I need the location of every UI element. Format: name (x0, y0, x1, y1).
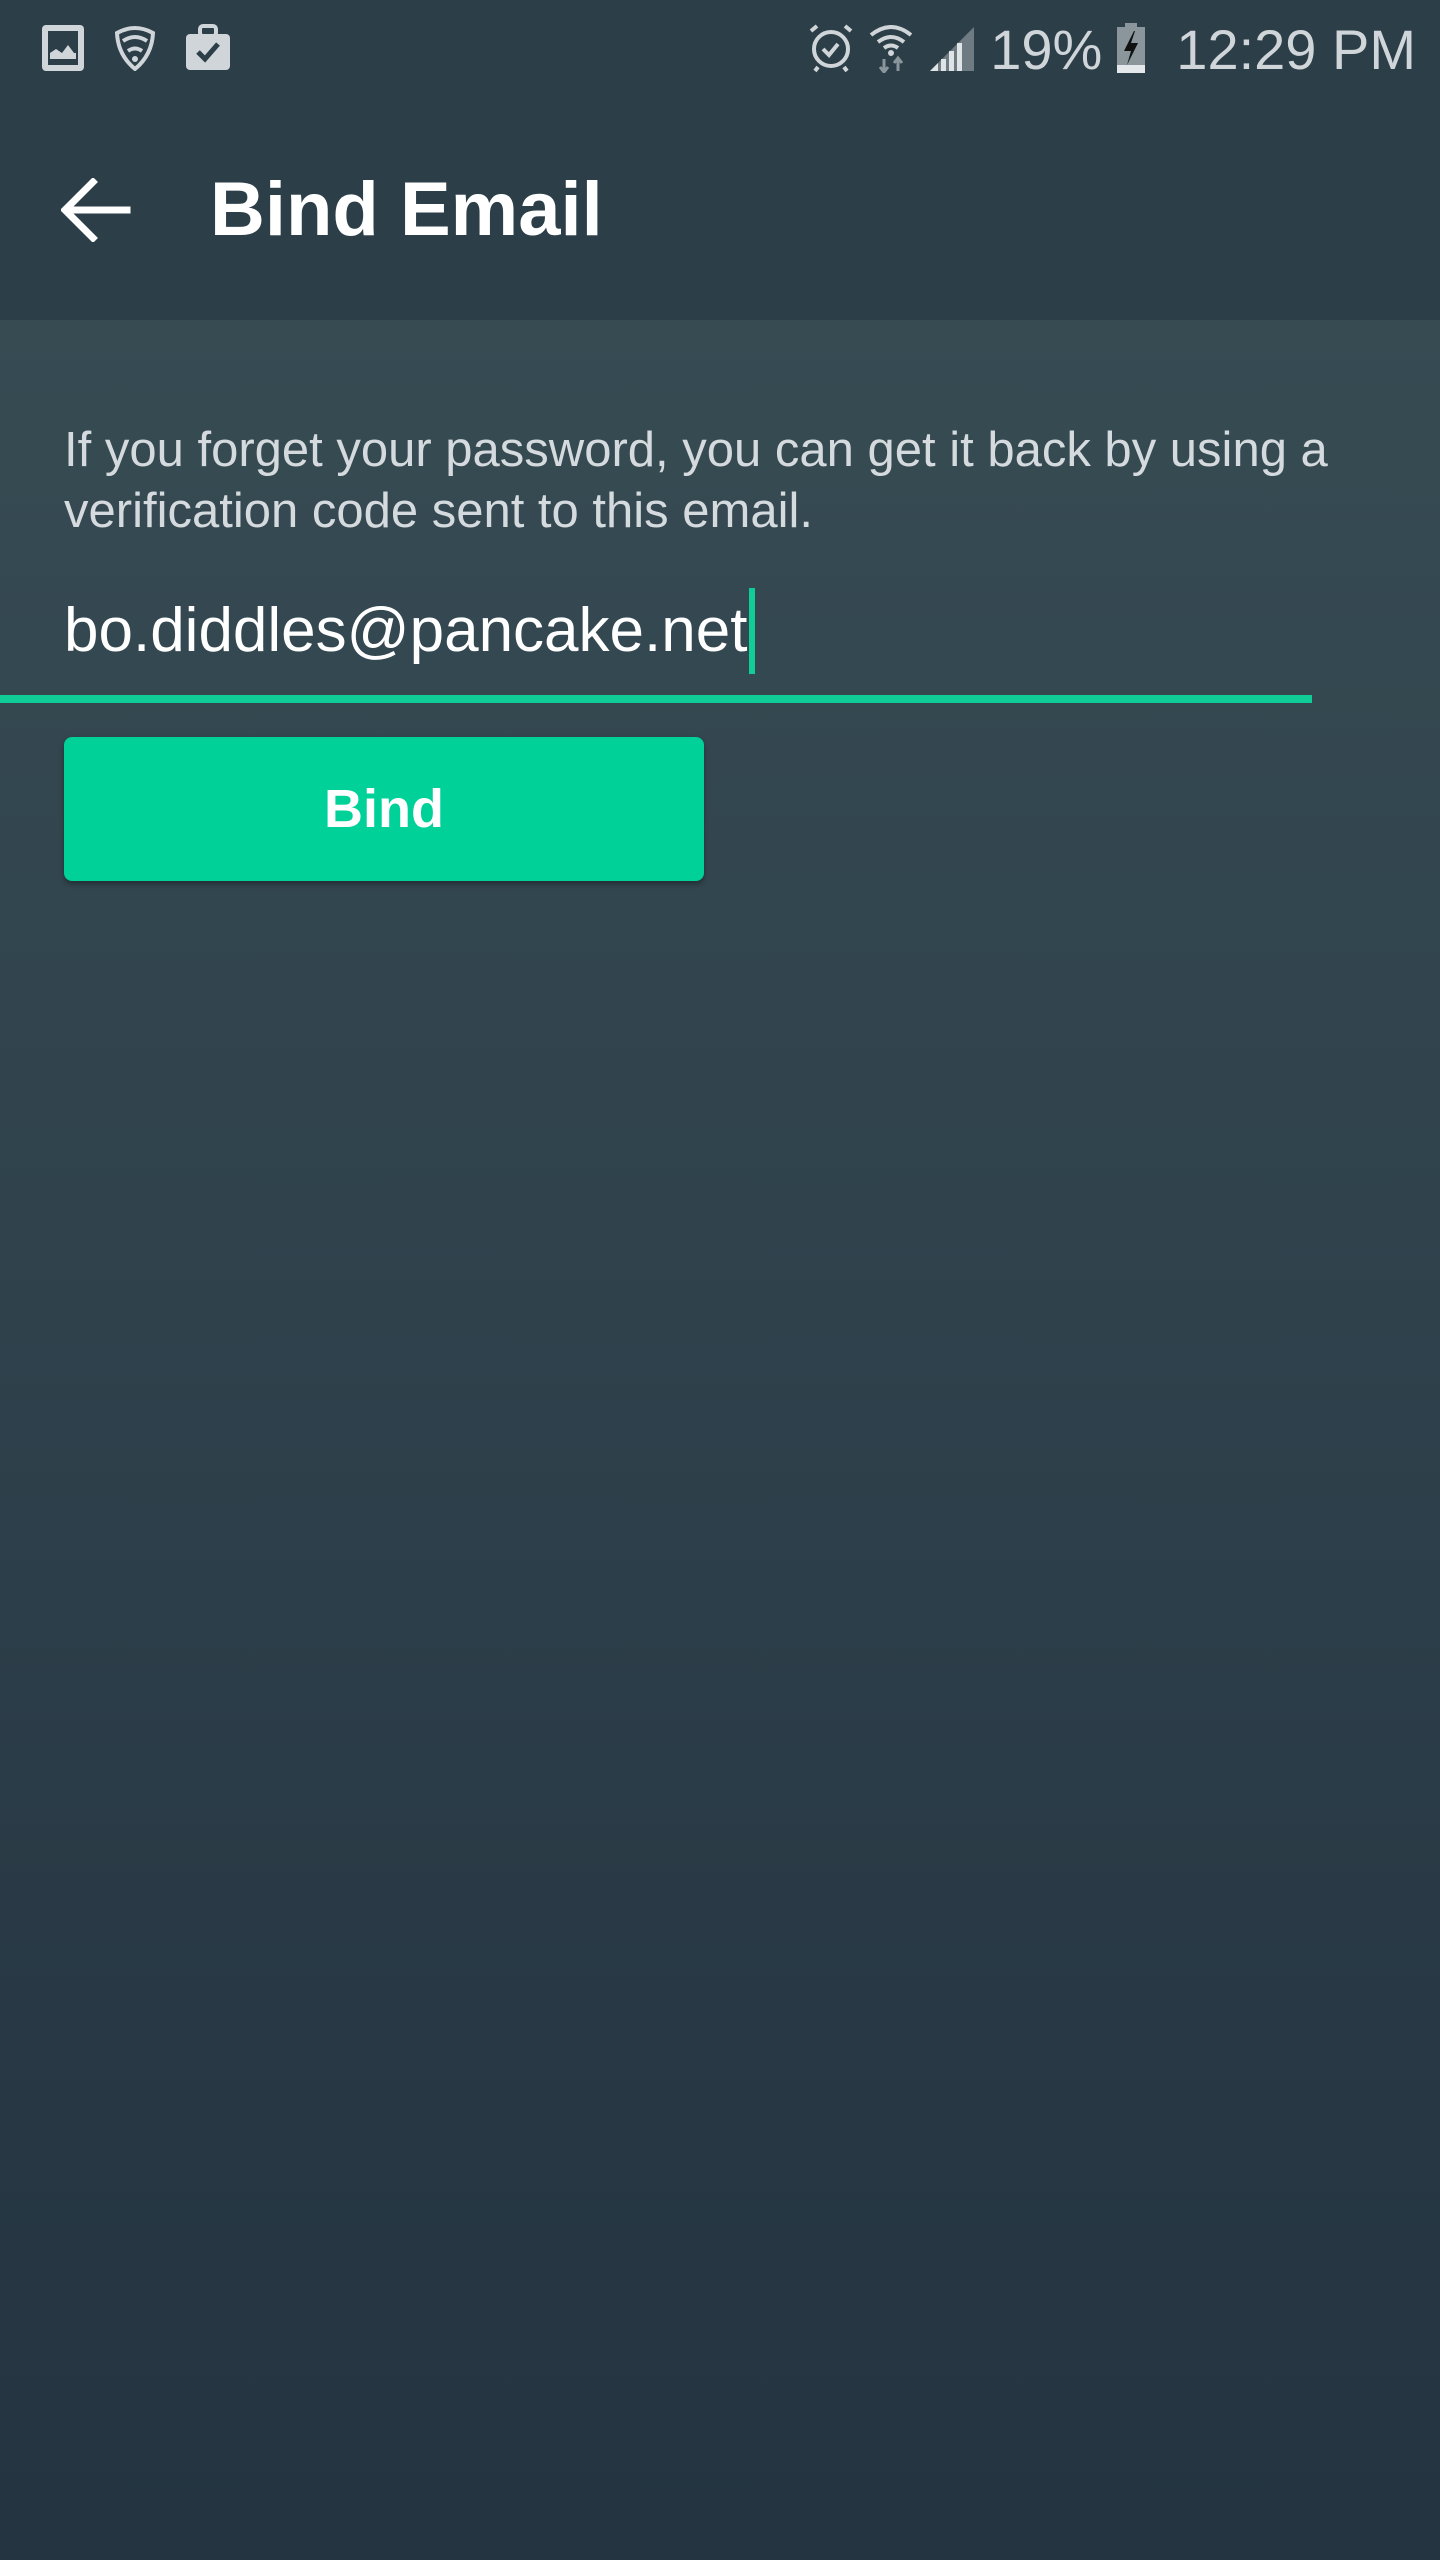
clock: 12:29 PM (1176, 18, 1416, 81)
back-button[interactable] (56, 172, 136, 252)
email-underline (0, 695, 1312, 703)
app-bar: Bind Email (0, 100, 1440, 320)
status-left (40, 0, 260, 100)
email-field[interactable]: bo.diddles@pancake.net (64, 570, 1376, 706)
alarm-icon (808, 23, 854, 78)
work-briefcase-icon (184, 23, 232, 77)
status-right: 19% 12:29 PM (808, 0, 1416, 100)
email-input[interactable]: bo.diddles@pancake.net (64, 588, 756, 674)
wifi-data-icon (868, 23, 914, 78)
bind-button[interactable]: Bind (64, 737, 704, 881)
status-bar: 19% 12:29 PM (0, 0, 1440, 100)
battery-charging-icon (1116, 22, 1146, 78)
arrow-left-icon (60, 176, 131, 247)
secure-wifi-icon (114, 25, 156, 76)
email-value-text: bo.diddles@pancake.net (64, 596, 748, 665)
gallery-icon (40, 23, 86, 78)
signal-icon (928, 23, 976, 78)
battery-percent: 19% (990, 18, 1103, 81)
bind-email-form: If you forget your password, you can get… (0, 320, 1440, 2560)
page-title: Bind Email (210, 167, 603, 252)
text-cursor (749, 588, 756, 674)
hint-text: If you forget your password, you can get… (64, 423, 1328, 538)
